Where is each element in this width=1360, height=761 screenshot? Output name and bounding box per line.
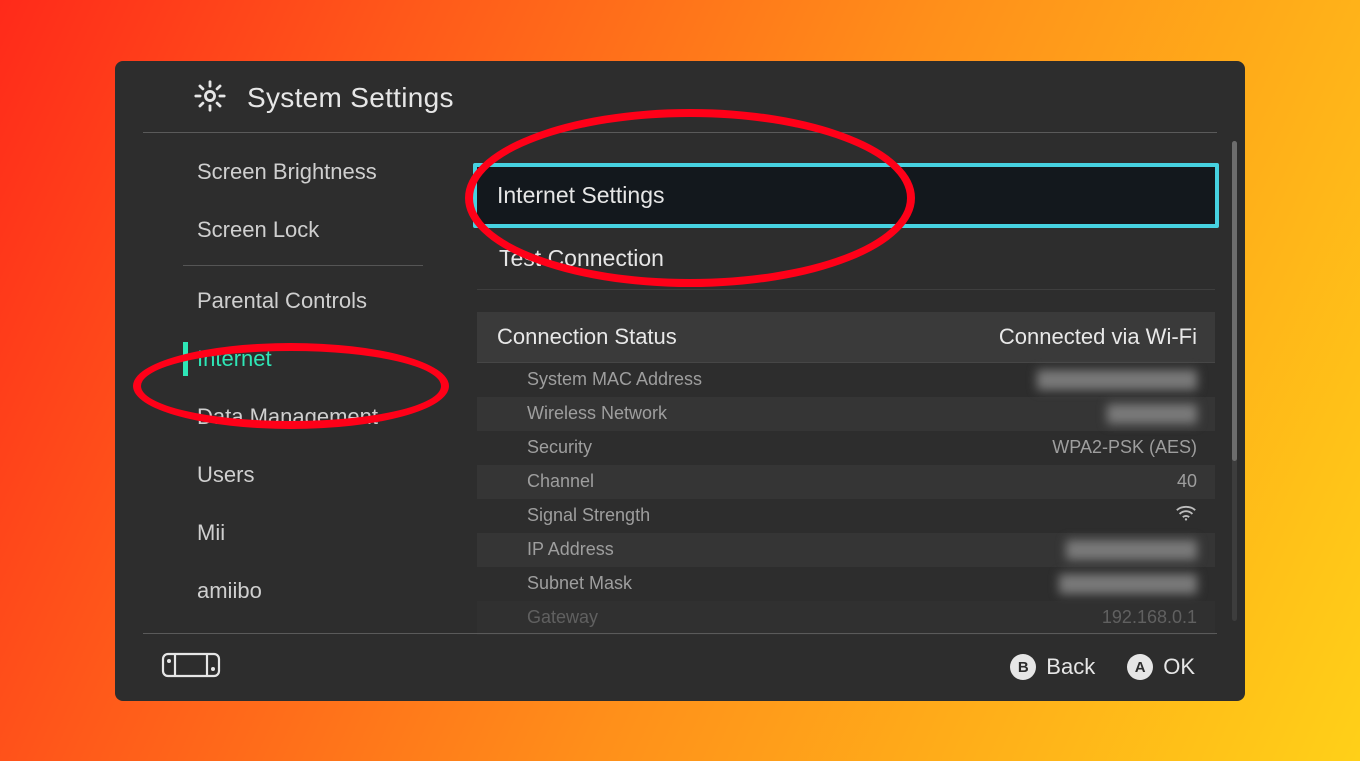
sidebar-item-amiibo[interactable]: amiibo bbox=[115, 562, 465, 620]
status-value: Connected via Wi-Fi bbox=[999, 324, 1197, 350]
detail-label: Subnet Mask bbox=[527, 573, 632, 594]
connection-status-header: Connection Status Connected via Wi-Fi bbox=[477, 312, 1215, 363]
sidebar-item-label: Mii bbox=[197, 520, 225, 545]
header: System Settings bbox=[143, 61, 1217, 133]
sidebar-item-label: Screen Lock bbox=[197, 217, 319, 242]
sidebar-item-data-management[interactable]: Data Management bbox=[115, 388, 465, 446]
detail-gateway: Gateway 192.168.0.1 bbox=[477, 601, 1215, 635]
detail-system-mac-address: System MAC Address XX:XX:XX:XX:XX bbox=[477, 363, 1215, 397]
sidebar-divider bbox=[183, 265, 423, 266]
b-button-icon: B bbox=[1010, 654, 1036, 680]
detail-value: 40 bbox=[1177, 471, 1197, 492]
sidebar-item-label: Data Management bbox=[197, 404, 378, 429]
detail-wireless-network: Wireless Network XXXXX bbox=[477, 397, 1215, 431]
detail-label: Signal Strength bbox=[527, 505, 650, 526]
detail-label: Gateway bbox=[527, 607, 598, 628]
sidebar-item-mii[interactable]: Mii bbox=[115, 504, 465, 562]
hint-label: OK bbox=[1163, 654, 1195, 680]
sidebar-item-label: amiibo bbox=[197, 578, 262, 603]
controller-icon bbox=[161, 651, 221, 684]
hint-ok[interactable]: A OK bbox=[1127, 654, 1195, 680]
detail-signal-strength: Signal Strength bbox=[477, 499, 1215, 533]
main-pane: Internet Settings Test Connection Connec… bbox=[465, 133, 1245, 627]
option-internet-settings[interactable]: Internet Settings bbox=[473, 163, 1219, 228]
detail-label: Security bbox=[527, 437, 592, 458]
footer: B Back A OK bbox=[143, 633, 1217, 701]
sidebar-item-parental-controls[interactable]: Parental Controls bbox=[115, 272, 465, 330]
sidebar: Screen Brightness Screen Lock Parental C… bbox=[115, 133, 465, 627]
detail-value: 192.168.0.1 bbox=[1102, 607, 1197, 628]
detail-security: Security WPA2-PSK (AES) bbox=[477, 431, 1215, 465]
wifi-icon bbox=[1175, 504, 1197, 527]
detail-value-redacted: XXX.XXX.X.X bbox=[1066, 540, 1197, 560]
option-label: Test Connection bbox=[499, 245, 664, 271]
detail-ip-address: IP Address XXX.XXX.X.X bbox=[477, 533, 1215, 567]
connection-details: System MAC Address XX:XX:XX:XX:XX Wirele… bbox=[477, 363, 1215, 635]
detail-value: WPA2-PSK (AES) bbox=[1052, 437, 1197, 458]
settings-window: System Settings Screen Brightness Screen… bbox=[115, 61, 1245, 701]
option-label: Internet Settings bbox=[497, 182, 665, 208]
sidebar-item-label: Parental Controls bbox=[197, 288, 367, 313]
sidebar-item-internet[interactable]: Internet bbox=[115, 330, 465, 388]
sidebar-item-label: Internet bbox=[197, 346, 272, 371]
sidebar-item-label: Screen Brightness bbox=[197, 159, 377, 184]
detail-value-redacted: XXX.XXX.XXX bbox=[1059, 574, 1197, 594]
detail-label: Wireless Network bbox=[527, 403, 667, 424]
sidebar-item-users[interactable]: Users bbox=[115, 446, 465, 504]
sidebar-item-screen-lock[interactable]: Screen Lock bbox=[115, 201, 465, 259]
status-title: Connection Status bbox=[497, 324, 677, 350]
hint-label: Back bbox=[1046, 654, 1095, 680]
detail-value-redacted: XXXXX bbox=[1107, 404, 1197, 424]
detail-label: IP Address bbox=[527, 539, 614, 560]
detail-channel: Channel 40 bbox=[477, 465, 1215, 499]
sidebar-item-label: Users bbox=[197, 462, 254, 487]
scrollbar[interactable] bbox=[1232, 141, 1237, 621]
detail-label: System MAC Address bbox=[527, 369, 702, 390]
a-button-icon: A bbox=[1127, 654, 1153, 680]
page-title: System Settings bbox=[247, 82, 454, 114]
sidebar-item-screen-brightness[interactable]: Screen Brightness bbox=[115, 143, 465, 201]
scrollbar-thumb[interactable] bbox=[1232, 141, 1237, 461]
gear-icon bbox=[193, 79, 227, 118]
detail-value-redacted: XX:XX:XX:XX:XX bbox=[1037, 370, 1197, 390]
detail-label: Channel bbox=[527, 471, 594, 492]
detail-subnet-mask: Subnet Mask XXX.XXX.XXX bbox=[477, 567, 1215, 601]
hint-back[interactable]: B Back bbox=[1010, 654, 1095, 680]
body: Screen Brightness Screen Lock Parental C… bbox=[115, 133, 1245, 627]
option-test-connection[interactable]: Test Connection bbox=[477, 228, 1215, 290]
